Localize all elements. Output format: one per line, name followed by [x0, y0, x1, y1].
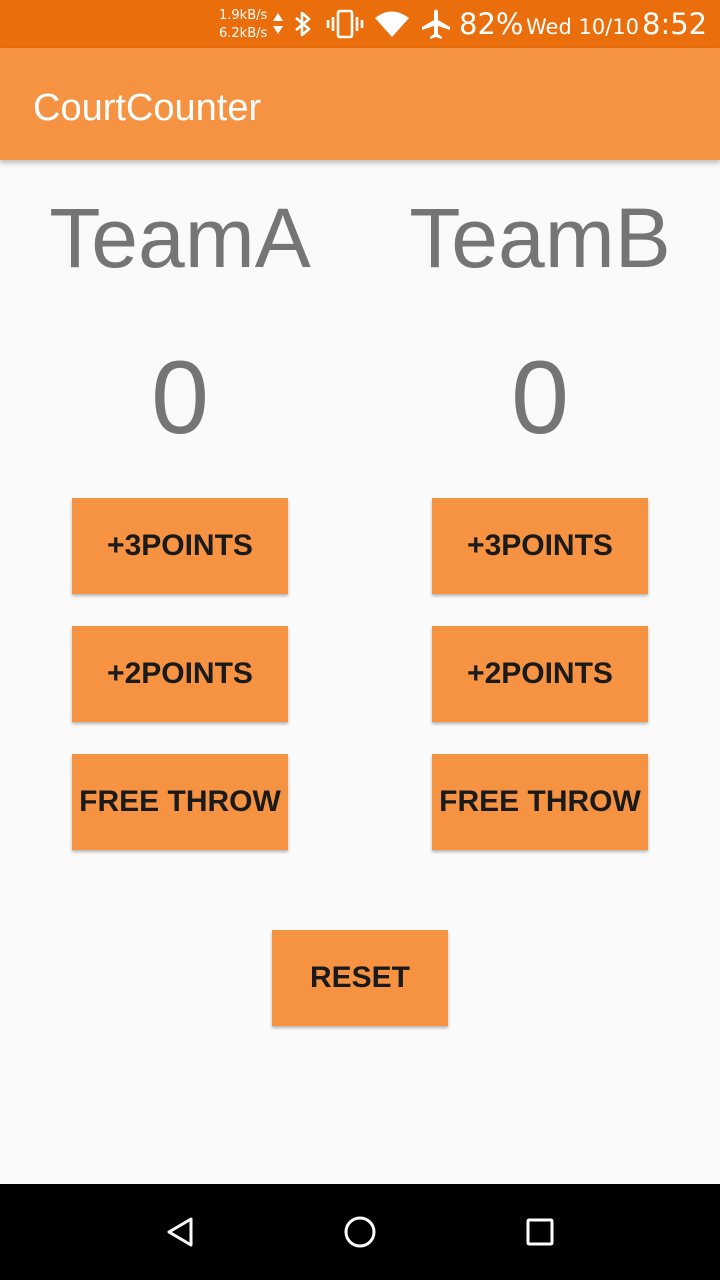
home-button[interactable] — [312, 1184, 408, 1280]
vibrate-icon — [325, 0, 365, 48]
network-speed: 1.9kB/s 6.2kB/s — [219, 7, 267, 43]
team-b-plus-3-button[interactable]: +3POINTS — [432, 498, 648, 594]
data-arrows-icon — [271, 0, 285, 48]
team-b-score: 0 — [511, 340, 569, 456]
home-icon — [344, 1216, 376, 1248]
team-a-score: 0 — [151, 340, 209, 456]
status-time: 8:52 — [642, 7, 708, 41]
reset-button[interactable]: RESET — [272, 930, 448, 1026]
status-date: Wed 10/10 — [526, 15, 639, 39]
status-bar: 1.9kB/s 6.2kB/s 82% Wed 10/10 8:52 — [0, 0, 720, 48]
back-button[interactable] — [132, 1184, 228, 1280]
app-bar: CourtCounter — [0, 48, 720, 160]
team-b-free-throw-button[interactable]: FREE THROW — [432, 754, 648, 850]
team-b-plus-2-button[interactable]: +2POINTS — [432, 626, 648, 722]
net-down-speed: 6.2kB/s — [219, 26, 268, 41]
team-b-name: TeamB — [409, 191, 671, 285]
battery-level: 82% — [459, 7, 524, 41]
navigation-bar — [0, 1184, 720, 1280]
airplane-icon — [419, 0, 453, 48]
team-a-free-throw-button[interactable]: FREE THROW — [72, 754, 288, 850]
team-a-plus-2-button[interactable]: +2POINTS — [72, 626, 288, 722]
net-up-speed: 1.9kB/s — [219, 8, 268, 23]
app-title: CourtCounter — [33, 87, 262, 129]
team-a-plus-3-button[interactable]: +3POINTS — [72, 498, 288, 594]
recents-icon — [526, 1218, 554, 1246]
recents-button[interactable] — [492, 1184, 588, 1280]
back-icon — [167, 1217, 193, 1247]
bluetooth-icon — [290, 0, 316, 48]
team-a-name: TeamA — [49, 191, 311, 285]
wifi-icon — [373, 0, 411, 48]
